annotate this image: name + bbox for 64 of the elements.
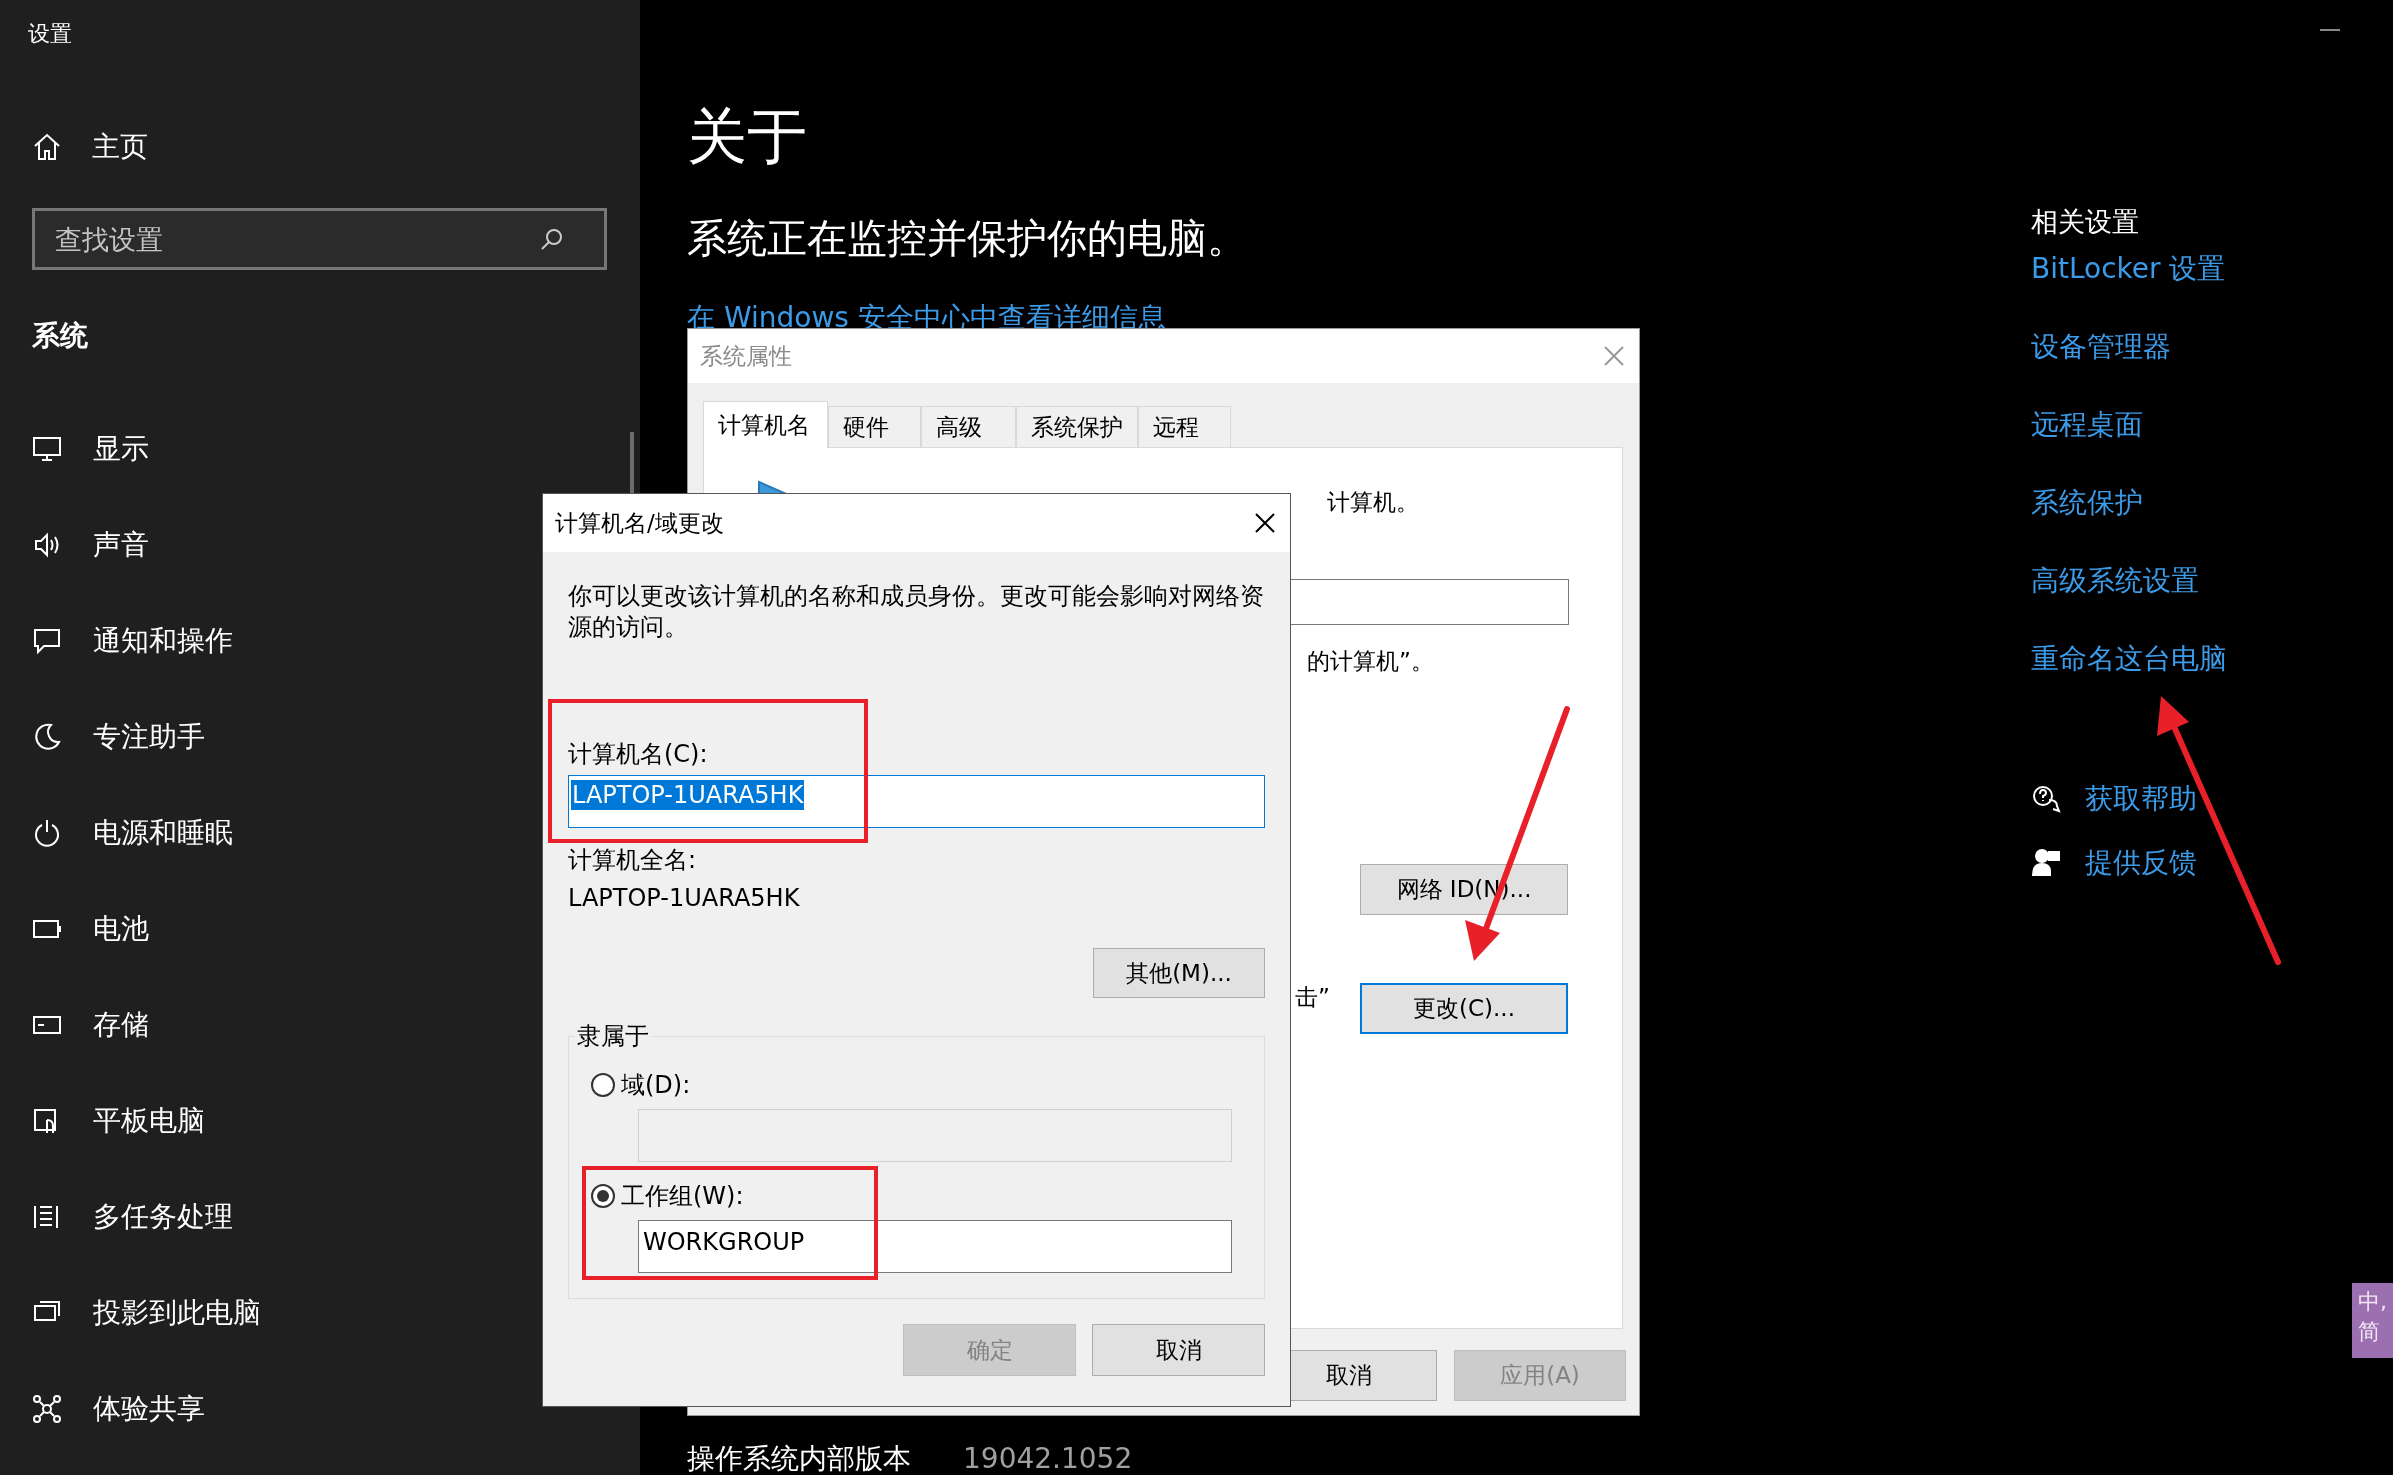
field-label: 计算机名(C): (568, 739, 709, 769)
dialog-title: 计算机名/域更改 (555, 508, 724, 538)
radio-label: 域(D): (621, 1070, 691, 1101)
ime-layout-label: 简 (2358, 1318, 2380, 1346)
nav-item[interactable]: 电源和睡眠 (93, 812, 233, 854)
settings-link[interactable]: 设备管理器 (2031, 326, 2227, 405)
detail-label: 操作系统内部版本 (687, 1441, 911, 1475)
search-field[interactable]: 查找设置 (32, 208, 607, 270)
help-link[interactable]: 获取帮助 (2085, 778, 2197, 820)
radio-label: 工作组(W): (621, 1181, 744, 1212)
share-icon (32, 1394, 62, 1424)
radio-button[interactable] (591, 1073, 615, 1097)
group-title: 隶属于 (575, 1021, 651, 1051)
field-label: 计算机全名: (568, 845, 698, 875)
settings-link[interactable]: 高级系统设置 (2031, 560, 2227, 639)
nav-item[interactable]: 多任务处理 (93, 1196, 233, 1238)
section-heading: 系统 (32, 318, 88, 354)
page-heading: 关于 (687, 100, 807, 172)
monitor-icon (32, 434, 62, 464)
tab[interactable]: 高级 (921, 406, 1016, 447)
chat-bubble-icon (32, 626, 62, 656)
help-link[interactable]: 提供反馈 (2085, 842, 2197, 884)
text-fragment: 的计算机”。 (1307, 647, 1434, 676)
dialog-title: 系统属性 (700, 341, 792, 371)
status-text: 系统正在监控并保护你的电脑。 (687, 214, 1247, 263)
settings-link[interactable]: 系统保护 (2031, 482, 2227, 561)
nav-item[interactable]: 电池 (93, 908, 149, 950)
tab[interactable]: 计算机名 (703, 401, 828, 448)
description-text: 你可以更改该计算机的名称和成员身份。更改可能会影响对网络资源的访问。 (568, 581, 1265, 643)
feedback-icon (2031, 848, 2061, 878)
settings-link[interactable]: 重命名这台电脑 (2031, 638, 2227, 717)
nav-item[interactable]: 通知和操作 (93, 620, 233, 662)
help-chat-icon (2031, 784, 2061, 814)
nav-item[interactable]: 体验共享 (93, 1388, 205, 1430)
home-icon (32, 132, 62, 162)
power-icon (32, 818, 62, 848)
nav-item[interactable]: 平板电脑 (93, 1100, 205, 1142)
settings-link[interactable]: BitLocker 设置 (2031, 248, 2227, 327)
window-title: 设置 (28, 20, 72, 48)
nav-item[interactable]: 投影到此电脑 (93, 1292, 261, 1334)
computer-name-field[interactable]: LAPTOP-1UARA5HK (568, 775, 1265, 828)
tab[interactable]: 硬件 (828, 406, 921, 447)
close-button[interactable] (1254, 512, 1276, 534)
search-icon (540, 227, 564, 251)
nav-item[interactable]: 存储 (93, 1004, 149, 1046)
dialog-button[interactable]: 其他(M)... (1093, 948, 1265, 998)
text-fragment: 击” (1295, 983, 1330, 1012)
nav-item[interactable]: 专注助手 (93, 716, 205, 758)
nav-item[interactable]: 声音 (93, 524, 149, 566)
radio-button[interactable] (591, 1184, 615, 1208)
detail-value: 19042.1052 (963, 1441, 1133, 1475)
field-value: LAPTOP-1UARA5HK (568, 883, 801, 913)
section-heading: 相关设置 (2031, 205, 2140, 239)
ime-mode-label: 中, (2358, 1288, 2387, 1316)
home-link[interactable]: 主页 (92, 126, 148, 168)
tab[interactable]: 系统保护 (1016, 406, 1138, 447)
dialog-button[interactable]: 取消 (1092, 1324, 1265, 1376)
tab[interactable]: 远程 (1138, 406, 1231, 447)
text-fragment: 计算机。 (1327, 488, 1419, 517)
moon-icon (32, 722, 62, 752)
dialog-button[interactable]: 更改(C)... (1360, 983, 1568, 1034)
nav-item[interactable]: 显示 (93, 428, 149, 470)
settings-link[interactable]: 远程桌面 (2031, 404, 2227, 483)
text-field[interactable]: WORKGROUP (638, 1220, 1232, 1273)
